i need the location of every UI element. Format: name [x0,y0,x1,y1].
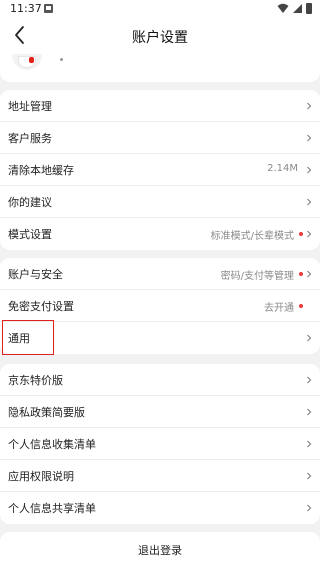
profile-section[interactable] [0,54,320,82]
row-password-free-payment[interactable]: 免密支付设置 去开通 [0,290,320,322]
system-icons [277,3,312,14]
row-label: 免密支付设置 [8,300,74,313]
row-label: 个人信息共享清单 [8,502,96,515]
red-dot-badge [299,232,303,236]
chevron-right-icon [307,166,312,174]
row-label: 你的建议 [8,196,52,209]
chevron-right-icon [307,198,312,206]
chevron-right-icon [307,408,312,416]
row-jd-lite[interactable]: 京东特价版 [0,364,320,396]
logout-button[interactable]: 退出登录 [0,532,320,568]
payment-value: 去开通 [264,303,294,314]
row-app-permissions[interactable]: 应用权限说明 [0,460,320,492]
chevron-right-icon [307,504,312,512]
chevron-right-icon [307,102,312,110]
row-label: 隐私政策简要版 [8,406,85,419]
row-address[interactable]: 地址管理 [0,90,320,122]
row-info-sharing[interactable]: 个人信息共享清单 [0,492,320,524]
profile-dot [60,58,63,61]
row-info-collection[interactable]: 个人信息收集清单 [0,428,320,460]
row-label: 客户服务 [8,132,52,145]
settings-group-general: 地址管理 客户服务 清除本地缓存 2.14M 你的建议 模式设置 标准模式/长辈… [0,90,320,250]
top-bar: 账户设置 [0,18,320,54]
row-label: 京东特价版 [8,374,63,387]
battery-icon [306,3,312,14]
row-label: 账户与安全 [8,268,63,281]
chevron-right-icon [307,134,312,142]
row-customer-service[interactable]: 客户服务 [0,122,320,154]
settings-group-privacy: 京东特价版 隐私政策简要版 个人信息收集清单 应用权限说明 个人信息共享清单 [0,364,320,524]
red-dot-badge [299,304,303,308]
chevron-right-icon [307,440,312,448]
page-title: 账户设置 [132,30,188,46]
cache-size-value: 2.14M [267,163,298,174]
notification-icon [44,4,53,13]
chevron-right-icon [307,270,312,278]
chevron-right-icon [307,376,312,384]
logout-label: 退出登录 [138,544,182,557]
mode-value: 标准模式/长辈模式 [210,231,294,242]
wifi-icon [277,3,289,13]
highlight-box [2,320,54,355]
chevron-right-icon [307,334,312,342]
status-time: 11:37 [10,2,42,15]
row-privacy-policy[interactable]: 隐私政策简要版 [0,396,320,428]
row-label: 应用权限说明 [8,470,74,483]
row-label: 模式设置 [8,228,52,241]
red-dot-badge [299,272,303,276]
row-account-security[interactable]: 账户与安全 密码/支付等管理 [0,258,320,290]
row-label: 地址管理 [8,100,52,113]
chevron-right-icon [307,472,312,480]
row-feedback[interactable]: 你的建议 [0,186,320,218]
row-label: 清除本地缓存 [8,164,74,177]
row-mode-settings[interactable]: 模式设置 标准模式/长辈模式 [0,218,320,250]
status-bar: 11:37 [0,0,320,18]
avatar[interactable] [12,54,42,70]
account-security-value: 密码/支付等管理 [220,271,294,282]
row-label: 个人信息收集清单 [8,438,96,451]
row-clear-cache[interactable]: 清除本地缓存 2.14M [0,154,320,186]
chevron-right-icon [307,230,312,238]
signal-icon [293,4,302,13]
